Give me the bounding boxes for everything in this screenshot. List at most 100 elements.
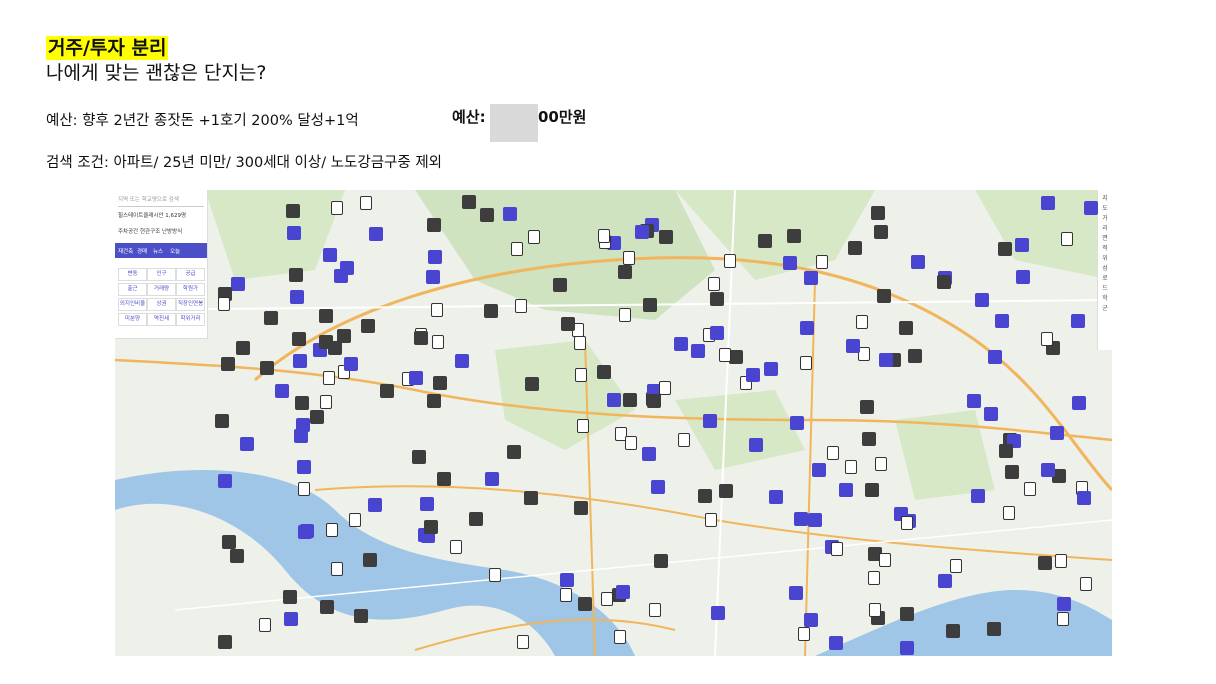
listing-marker[interactable] <box>218 635 233 650</box>
layer-outsider[interactable]: 외지인비율 <box>118 298 147 311</box>
listing-marker[interactable] <box>437 471 452 486</box>
listing-marker[interactable] <box>966 393 981 408</box>
listing-marker[interactable] <box>217 297 230 312</box>
listing-marker[interactable] <box>258 617 271 632</box>
listing-marker[interactable] <box>860 400 875 415</box>
listing-marker[interactable] <box>423 520 438 535</box>
listing-marker[interactable] <box>368 226 383 241</box>
listing-marker[interactable] <box>469 512 484 526</box>
listing-marker[interactable] <box>710 326 725 341</box>
listing-marker[interactable] <box>873 225 888 239</box>
listing-marker[interactable] <box>856 315 869 330</box>
listing-marker[interactable] <box>419 497 434 512</box>
listing-marker[interactable] <box>827 446 840 461</box>
listing-marker[interactable] <box>899 606 914 621</box>
listing-marker[interactable] <box>651 479 666 494</box>
listing-marker[interactable] <box>573 335 586 350</box>
listing-marker[interactable] <box>635 224 650 239</box>
listing-marker[interactable] <box>360 319 375 334</box>
listing-marker[interactable] <box>523 491 538 506</box>
listing-marker[interactable] <box>291 332 306 347</box>
listing-marker[interactable] <box>950 558 963 573</box>
listing-marker[interactable] <box>697 488 712 503</box>
listing-marker[interactable] <box>865 483 880 498</box>
listing-marker[interactable] <box>430 303 443 318</box>
listing-marker[interactable] <box>319 599 334 614</box>
listing-marker[interactable] <box>260 361 274 376</box>
listing-marker[interactable] <box>274 383 289 398</box>
listing-marker[interactable] <box>707 277 720 292</box>
listing-marker[interactable] <box>678 432 691 447</box>
map-screenshot[interactable]: 지역 또는 학교명으로 검색 힐스테이트클래시안 1,629명 주차공간 현관구… <box>115 190 1112 656</box>
listing-marker[interactable] <box>506 445 521 460</box>
listing-marker[interactable] <box>1061 232 1074 247</box>
listing-marker[interactable] <box>287 225 302 240</box>
listing-marker[interactable] <box>861 432 876 447</box>
listing-marker[interactable] <box>1003 505 1016 520</box>
listing-marker[interactable] <box>946 624 961 639</box>
listing-marker[interactable] <box>488 567 501 582</box>
listing-marker[interactable] <box>745 367 760 382</box>
listing-marker[interactable] <box>516 634 529 649</box>
listing-marker[interactable] <box>710 291 725 306</box>
listing-marker[interactable] <box>1055 554 1068 569</box>
listing-marker[interactable] <box>294 396 309 411</box>
listing-marker[interactable] <box>848 241 863 256</box>
listing-marker[interactable] <box>264 310 279 325</box>
listing-marker[interactable] <box>1024 481 1037 496</box>
listing-marker[interactable] <box>869 602 882 617</box>
listing-marker[interactable] <box>845 338 860 353</box>
listing-marker[interactable] <box>577 597 592 612</box>
listing-marker[interactable] <box>623 251 636 266</box>
listing-marker[interactable] <box>719 348 732 362</box>
listing-marker[interactable] <box>871 206 886 221</box>
listing-marker[interactable] <box>360 196 373 211</box>
layer-change[interactable]: 변동 <box>118 268 147 281</box>
listing-marker[interactable] <box>297 460 312 475</box>
listing-marker[interactable] <box>711 606 725 621</box>
listing-marker[interactable] <box>1057 612 1070 627</box>
listing-marker[interactable] <box>379 383 394 398</box>
listing-marker[interactable] <box>288 268 303 283</box>
layer-commute[interactable]: 출근 <box>118 283 147 296</box>
listing-marker[interactable] <box>433 375 448 390</box>
listing-marker[interactable] <box>479 208 494 223</box>
listing-marker[interactable] <box>286 204 301 219</box>
layer-commerce[interactable]: 상권 <box>147 298 176 311</box>
listing-marker[interactable] <box>803 613 818 628</box>
listing-marker[interactable] <box>235 340 250 355</box>
listing-marker[interactable] <box>607 392 622 407</box>
map-tool-satellite[interactable]: 위성 <box>1100 254 1110 272</box>
listing-marker[interactable] <box>867 570 880 585</box>
listing-marker[interactable] <box>215 414 230 429</box>
listing-marker[interactable] <box>349 513 362 528</box>
listing-marker[interactable] <box>816 255 829 270</box>
listing-marker[interactable] <box>623 393 638 408</box>
listing-marker[interactable] <box>367 498 382 513</box>
listing-marker[interactable] <box>999 444 1014 459</box>
layer-salary[interactable]: 직장인연봉 <box>176 298 205 311</box>
listing-marker[interactable] <box>601 592 614 607</box>
listing-marker[interactable] <box>576 418 589 433</box>
tab-news[interactable]: 뉴스 <box>153 247 163 255</box>
listing-marker[interactable] <box>659 230 673 245</box>
listing-marker[interactable] <box>763 361 778 376</box>
listing-marker[interactable] <box>340 261 355 276</box>
listing-marker[interactable] <box>598 228 611 243</box>
listing-marker[interactable] <box>757 233 772 248</box>
listing-marker[interactable] <box>362 553 377 568</box>
listing-marker[interactable] <box>648 602 661 617</box>
listing-marker[interactable] <box>483 304 498 319</box>
listing-marker[interactable] <box>654 554 669 569</box>
listing-marker[interactable] <box>690 343 705 358</box>
listing-marker[interactable] <box>230 277 245 292</box>
listing-marker[interactable] <box>331 562 344 577</box>
listing-marker[interactable] <box>414 330 429 345</box>
listing-marker[interactable] <box>831 542 844 557</box>
listing-marker[interactable] <box>331 200 344 215</box>
listing-marker[interactable] <box>1049 426 1064 441</box>
listing-marker[interactable] <box>1057 597 1072 612</box>
listing-marker[interactable] <box>615 584 630 599</box>
listing-marker[interactable] <box>898 320 913 335</box>
listing-marker[interactable] <box>1040 463 1055 478</box>
